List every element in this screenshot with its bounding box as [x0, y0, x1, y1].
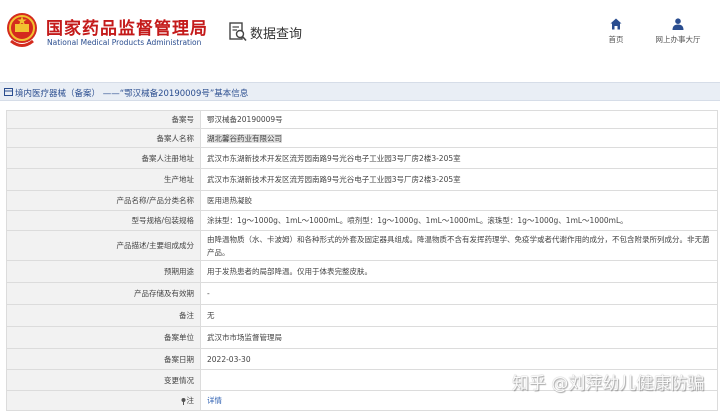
breadcrumb: 境内医疗器械（备案） ——“鄂汉械备20190009号”基本信息 — [0, 82, 720, 101]
row-value: 湖北馨谷药业有限公司 — [207, 133, 282, 143]
table-row: 产品存储及有效期 - — [6, 282, 718, 305]
table-row: 备案号 鄂汉械备20190009号 — [6, 110, 718, 129]
table-row: 备注 无 — [6, 304, 718, 327]
row-label: 预期用途 — [6, 260, 201, 283]
row-value: 武汉市东湖新技术开发区流芳园南路9号光谷电子工业园3号厂房2楼3-205室 — [200, 147, 718, 169]
row-value: 武汉市市场监督管理局 — [200, 326, 718, 349]
row-value: 武汉市东湖新技术开发区流芳园南路9号光谷电子工业园3号厂房2楼3-205室 — [200, 168, 718, 191]
row-label: 注 — [186, 396, 195, 405]
document-search-icon — [229, 22, 247, 42]
table-row: 生产地址 武汉市东湖新技术开发区流芳园南路9号光谷电子工业园3号厂房2楼3-20… — [6, 168, 718, 191]
folder-icon — [4, 88, 13, 96]
row-label: 产品存储及有效期 — [6, 282, 201, 305]
table-row: 备案日期 2022-03-30 — [6, 348, 718, 370]
nav-home-label: 首页 — [608, 35, 624, 44]
user-icon — [672, 18, 684, 30]
nav-home-link[interactable]: 首页 — [598, 18, 634, 45]
row-value: 涂抹型：1g～1000g、1mL～1000mL。喷剂型：1g～1000g、1mL… — [200, 210, 718, 231]
breadcrumb-text: 境内医疗器械（备案） ——“鄂汉械备20190009号”基本信息 — [15, 89, 249, 99]
row-value: 鄂汉械备20190009号 — [200, 110, 718, 129]
nav-online-hall-label: 网上办事大厅 — [655, 35, 701, 44]
national-emblem-icon — [7, 13, 37, 47]
table-row: 预期用途 用于发热患者的局部降温。仅用于体表完整皮肤。 — [6, 260, 718, 283]
table-row: 备案人注册地址 武汉市东湖新技术开发区流芳园南路9号光谷电子工业园3号厂房2楼3… — [6, 147, 718, 169]
row-label: 产品描述/主要组成成分 — [6, 230, 201, 261]
row-label: 备案单位 — [6, 326, 201, 349]
row-value: 由降温物质（水、卡波姆）和各种形式的外套及固定器具组成。降温物质不含有发挥药理学… — [200, 230, 718, 261]
home-icon — [610, 18, 622, 30]
pin-icon — [181, 397, 185, 405]
table-row: 备案人名称 湖北馨谷药业有限公司 — [6, 128, 718, 148]
row-label: 生产地址 — [6, 168, 201, 191]
row-label: 备案人名称 — [6, 128, 201, 148]
row-value: 用于发热患者的局部降温。仅用于体表完整皮肤。 — [200, 260, 718, 283]
row-label: 型号规格/包装规格 — [6, 210, 201, 231]
site-header: 国家药品监督管理局 National Medical Products Admi… — [0, 0, 720, 66]
watermark: 知乎 @刘萍幼儿健康防骗 — [512, 374, 705, 394]
page-title: 数据查询 — [250, 27, 303, 42]
row-label-cell: 注 — [6, 390, 201, 411]
record-detail-table: 备案号 鄂汉械备20190009号 备案人名称 湖北馨谷药业有限公司 备案人注册… — [6, 110, 718, 411]
details-link[interactable]: 详情 — [207, 396, 222, 405]
table-row: 产品名称/产品分类名称 医用退热凝胶 — [6, 190, 718, 211]
row-value: 2022-03-30 — [200, 348, 718, 370]
row-label: 备案人注册地址 — [6, 147, 201, 169]
row-value: 无 — [200, 304, 718, 327]
brand-name-en: National Medical Products Administration — [47, 38, 202, 47]
row-value: 医用退热凝胶 — [200, 190, 718, 211]
row-label: 产品名称/产品分类名称 — [6, 190, 201, 211]
brand-name-cn: 国家药品监督管理局 — [46, 19, 208, 39]
table-row: 产品描述/主要组成成分 由降温物质（水、卡波姆）和各种形式的外套及固定器具组成。… — [6, 230, 718, 261]
row-label: 备注 — [6, 304, 201, 327]
row-label: 变更情况 — [6, 369, 201, 391]
table-row: 型号规格/包装规格 涂抹型：1g～1000g、1mL～1000mL。喷剂型：1g… — [6, 210, 718, 231]
row-label: 备案号 — [6, 110, 201, 129]
table-row: 备案单位 武汉市市场监督管理局 — [6, 326, 718, 349]
nav-online-hall-link[interactable]: 网上办事大厅 — [646, 18, 710, 45]
row-value-cell: 湖北馨谷药业有限公司 — [200, 128, 718, 148]
row-label: 备案日期 — [6, 348, 201, 370]
row-value: - — [200, 282, 718, 305]
